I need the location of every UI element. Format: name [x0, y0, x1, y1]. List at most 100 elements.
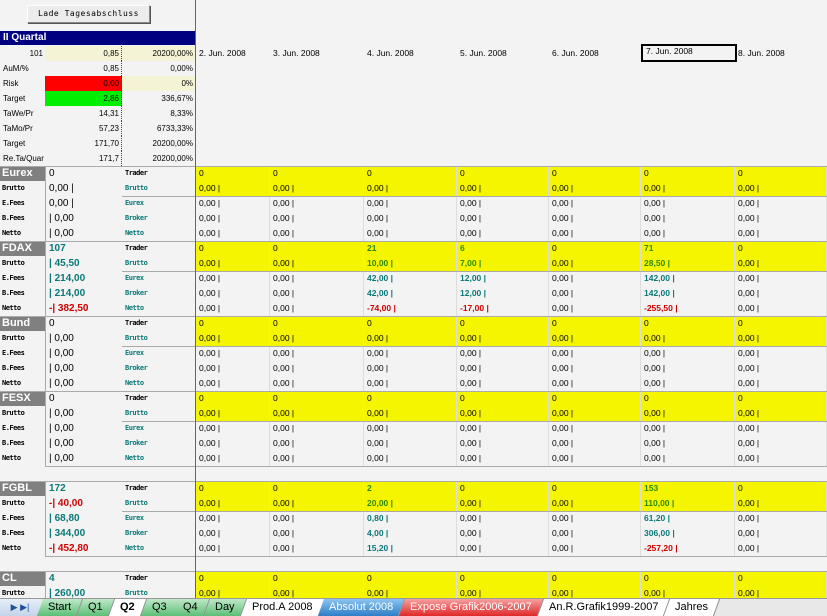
day-cell[interactable]: 0,00 |: [735, 181, 827, 196]
day-cell[interactable]: 0,00 |: [735, 346, 827, 361]
day-cell[interactable]: 0: [641, 316, 735, 331]
summary-value[interactable]: 0,85: [45, 61, 122, 76]
day-cell[interactable]: 0: [196, 571, 270, 586]
day-cell[interactable]: 0: [457, 166, 549, 181]
day-cell[interactable]: 0,00 |: [549, 226, 641, 241]
day-cell[interactable]: 0,00 |: [549, 361, 641, 376]
instrument-total[interactable]: | 214,00: [45, 286, 122, 301]
instrument-total[interactable]: | 0,00: [45, 346, 122, 361]
instrument-total[interactable]: | 0,00: [45, 211, 122, 226]
day-cell[interactable]: 0,00 |: [735, 541, 827, 556]
day-cell[interactable]: 0,00 |: [196, 346, 270, 361]
day-cell[interactable]: 0: [735, 571, 827, 586]
instrument-total[interactable]: | 0,00: [45, 451, 122, 466]
day-cell[interactable]: 0,00 |: [196, 541, 270, 556]
summary-percent[interactable]: 0,00%: [122, 61, 195, 76]
day-cell[interactable]: 71: [641, 241, 735, 256]
date-header-cell[interactable]: 4. Jun. 2008: [364, 46, 457, 61]
day-cell[interactable]: 0,00 |: [549, 421, 641, 436]
day-cell[interactable]: 0,00 |: [196, 301, 270, 316]
day-cell[interactable]: 142,00 |: [641, 271, 735, 286]
instrument-total[interactable]: 0: [45, 391, 122, 406]
day-cell[interactable]: 0,00 |: [735, 376, 827, 391]
day-cell[interactable]: 0: [270, 571, 364, 586]
day-cell[interactable]: 0,00 |: [641, 331, 735, 346]
day-cell[interactable]: 0: [196, 166, 270, 181]
day-cell[interactable]: -74,00 |: [364, 301, 457, 316]
day-cell[interactable]: 0: [549, 391, 641, 406]
day-cell[interactable]: 0,00 |: [196, 436, 270, 451]
day-cell[interactable]: 0,00 |: [270, 376, 364, 391]
day-cell[interactable]: 0,00 |: [735, 301, 827, 316]
day-cell[interactable]: 12,00 |: [457, 286, 549, 301]
day-cell[interactable]: 0,00 |: [196, 196, 270, 211]
day-cell[interactable]: 0,00 |: [270, 406, 364, 421]
day-cell[interactable]: 0: [549, 241, 641, 256]
day-cell[interactable]: 0,00 |: [549, 211, 641, 226]
day-cell[interactable]: 0: [641, 391, 735, 406]
day-cell[interactable]: 0,00 |: [735, 406, 827, 421]
date-header-cell[interactable]: 3. Jun. 2008: [270, 46, 364, 61]
day-cell[interactable]: 0: [196, 241, 270, 256]
day-cell[interactable]: 0,00 |: [549, 376, 641, 391]
day-cell[interactable]: 0,00 |: [457, 376, 549, 391]
summary-percent[interactable]: 0%: [122, 76, 195, 91]
day-cell[interactable]: 0,00 |: [735, 496, 827, 511]
day-cell[interactable]: 0,00 |: [641, 376, 735, 391]
next-sheet-icon[interactable]: ▶: [11, 602, 18, 612]
day-cell[interactable]: 0,00 |: [641, 451, 735, 466]
day-cell[interactable]: 0,00 |: [196, 376, 270, 391]
day-cell[interactable]: 0,00 |: [270, 496, 364, 511]
instrument-total[interactable]: | 0,00: [45, 376, 122, 391]
day-cell[interactable]: 0: [457, 571, 549, 586]
day-cell[interactable]: 0: [549, 166, 641, 181]
day-cell[interactable]: 0,00 |: [549, 496, 641, 511]
day-cell[interactable]: 0,00 |: [270, 301, 364, 316]
day-cell[interactable]: 0,00 |: [549, 526, 641, 541]
day-cell[interactable]: 0: [270, 166, 364, 181]
day-cell[interactable]: 42,00 |: [364, 271, 457, 286]
day-cell[interactable]: 0,00 |: [457, 346, 549, 361]
day-cell[interactable]: 0,00 |: [641, 421, 735, 436]
day-cell[interactable]: 142,00 |: [641, 286, 735, 301]
day-cell[interactable]: 0,00 |: [364, 196, 457, 211]
day-cell[interactable]: 61,20 |: [641, 511, 735, 526]
day-cell[interactable]: 0,00 |: [364, 406, 457, 421]
day-cell[interactable]: 0,00 |: [270, 256, 364, 271]
instrument-total[interactable]: 0,00 |: [45, 181, 122, 196]
day-cell[interactable]: 0,00 |: [270, 226, 364, 241]
day-cell[interactable]: 0,00 |: [457, 436, 549, 451]
sheet-tab-an-r-grafik1999-2007[interactable]: An.R.Grafik1999-2007: [537, 599, 671, 616]
day-cell[interactable]: 0,00 |: [196, 286, 270, 301]
sheet-tab-absolut-2008[interactable]: Absolut 2008: [318, 599, 406, 616]
day-cell[interactable]: 0,00 |: [735, 211, 827, 226]
summary-percent[interactable]: 6733,33%: [122, 121, 195, 136]
day-cell[interactable]: 0,00 |: [364, 376, 457, 391]
day-cell[interactable]: 0: [457, 316, 549, 331]
day-cell[interactable]: 0,00 |: [549, 181, 641, 196]
day-cell[interactable]: 0: [364, 166, 457, 181]
day-cell[interactable]: 0,00 |: [196, 211, 270, 226]
day-cell[interactable]: 0,80 |: [364, 511, 457, 526]
day-cell[interactable]: 0,00 |: [270, 271, 364, 286]
day-cell[interactable]: 0,00 |: [735, 286, 827, 301]
day-cell[interactable]: 0,00 |: [364, 331, 457, 346]
day-cell[interactable]: 0: [270, 316, 364, 331]
day-cell[interactable]: 0,00 |: [270, 451, 364, 466]
day-cell[interactable]: 0,00 |: [457, 361, 549, 376]
day-cell[interactable]: 0,00 |: [735, 256, 827, 271]
day-cell[interactable]: 2: [364, 481, 457, 496]
summary-value[interactable]: 2,86: [45, 91, 122, 106]
day-cell[interactable]: 0: [735, 241, 827, 256]
day-cell[interactable]: 0,00 |: [457, 526, 549, 541]
date-header-cell[interactable]: 7. Jun. 2008: [641, 44, 737, 62]
day-cell[interactable]: -17,00 |: [457, 301, 549, 316]
day-cell[interactable]: 20,00 |: [364, 496, 457, 511]
day-cell[interactable]: 0,00 |: [735, 511, 827, 526]
day-cell[interactable]: 0,00 |: [457, 511, 549, 526]
summary-percent[interactable]: 20200,00%: [122, 136, 195, 151]
day-cell[interactable]: 42,00 |: [364, 286, 457, 301]
day-cell[interactable]: 306,00 |: [641, 526, 735, 541]
day-cell[interactable]: 0,00 |: [457, 406, 549, 421]
day-cell[interactable]: 0: [641, 166, 735, 181]
